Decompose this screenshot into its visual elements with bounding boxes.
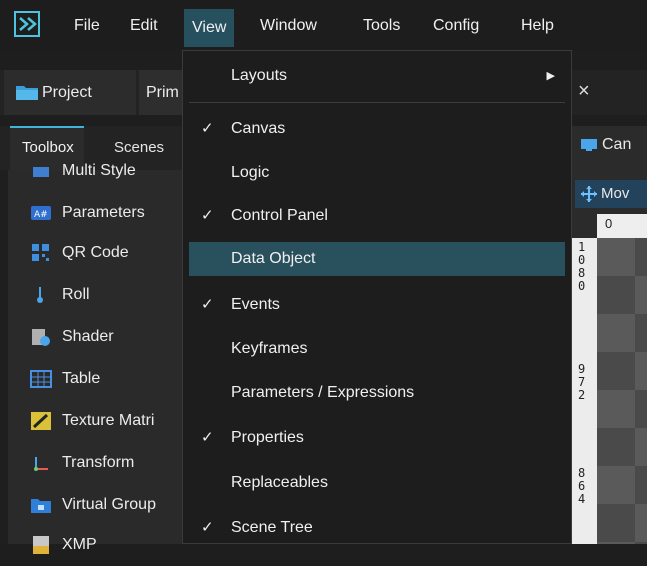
table-icon — [30, 369, 52, 389]
toolbox-item-label: Roll — [62, 286, 90, 303]
menu-config[interactable]: Config — [433, 14, 479, 38]
move-tool-label: Mov — [601, 185, 630, 202]
menu-file[interactable]: File — [74, 14, 100, 38]
toolbox-item-parameters[interactable]: A# Parameters — [30, 198, 145, 228]
view-menu-canvas[interactable]: ✓ Canvas — [189, 112, 565, 146]
toolbox-item-table[interactable]: Table — [30, 364, 100, 394]
menu-item-label: Keyframes — [231, 340, 308, 357]
ruler-label: 7 — [578, 375, 586, 389]
toolbox-item-xmp[interactable]: XMP — [30, 530, 97, 560]
tab-prim-label: Prim — [146, 84, 179, 101]
tab-canvas[interactable]: Can — [580, 136, 631, 154]
checkmark-icon: ✓ — [201, 120, 214, 137]
menu-item-label: Layouts — [231, 67, 288, 84]
multi-style-icon — [30, 161, 52, 181]
shader-icon — [30, 327, 52, 347]
roll-icon — [30, 285, 52, 305]
parameters-icon: A# — [30, 203, 52, 223]
toolbox-item-label: Multi Style — [62, 162, 136, 179]
submenu-arrow-icon: ▶ — [546, 70, 555, 82]
horizontal-ruler: 0 — [597, 214, 647, 238]
menu-item-label: Control Panel — [231, 207, 328, 224]
move-tool-button[interactable]: Mov — [575, 180, 647, 208]
menu-item-label: Canvas — [231, 120, 286, 137]
ruler-top-label: 0 — [605, 216, 613, 231]
app-logo-icon — [14, 11, 40, 37]
toolbox-item-roll[interactable]: Roll — [30, 280, 90, 310]
menu-item-label: Parameters / Expressions — [231, 384, 415, 401]
ruler-label: 9 — [578, 362, 586, 376]
tab-canvas-label: Can — [602, 136, 632, 153]
checkmark-icon: ✓ — [201, 296, 214, 313]
view-menu-data-object[interactable]: Data Object — [189, 242, 565, 276]
checkmark-icon: ✓ — [201, 207, 214, 224]
menu-tools[interactable]: Tools — [363, 14, 400, 38]
tab-project-label: Project — [42, 84, 92, 101]
toolbox-panel: Multi Style A# Parameters QR Code Roll Sh… — [0, 162, 190, 554]
view-menu-events[interactable]: ✓ Events — [189, 288, 565, 322]
view-menu-parameters-expressions[interactable]: Parameters / Expressions — [189, 376, 565, 410]
monitor-icon — [581, 138, 597, 151]
svg-text:A#: A# — [34, 210, 48, 220]
toolbox-item-virtual-group[interactable]: Virtual Group — [30, 490, 156, 520]
toolbox-item-shader[interactable]: Shader — [30, 322, 114, 352]
menu-item-label: Scene Tree — [231, 519, 313, 536]
menu-separator — [189, 102, 565, 103]
transform-icon — [30, 453, 52, 473]
menu-view[interactable]: View — [184, 9, 235, 47]
toolbox-item-label: Table — [62, 370, 101, 387]
virtual-group-icon — [30, 495, 52, 515]
menu-help[interactable]: Help — [521, 14, 554, 38]
toolbox-item-qr-code[interactable]: QR Code — [30, 238, 129, 268]
view-menu-layouts[interactable]: Layouts ▶ — [189, 59, 565, 93]
toolbox-item-label: QR Code — [62, 244, 129, 261]
menu-window[interactable]: Window — [260, 14, 317, 38]
xmp-icon — [30, 535, 52, 555]
vertical-ruler: 1 0 8 0 9 7 2 8 6 4 — [572, 238, 597, 544]
toolbox-item-label: Shader — [62, 328, 114, 345]
close-tab-button[interactable]: × — [578, 80, 590, 103]
ruler-label: 8 — [578, 466, 586, 480]
folder-icon — [16, 86, 38, 100]
view-menu-logic[interactable]: Logic — [189, 156, 565, 190]
ruler-label: 1 — [578, 240, 586, 254]
toolbox-item-label: XMP — [62, 536, 97, 553]
menu-bar: File Edit View Window Tools Config Help — [0, 0, 647, 50]
menu-item-label: Properties — [231, 429, 304, 446]
ruler-label: 0 — [578, 253, 586, 267]
menu-edit[interactable]: Edit — [130, 14, 158, 38]
view-menu-control-panel[interactable]: ✓ Control Panel — [189, 199, 565, 233]
ruler-label: 8 — [578, 266, 586, 280]
tab-project[interactable]: Project — [4, 70, 136, 115]
canvas-checkerboard — [597, 238, 647, 544]
view-menu-properties[interactable]: ✓ Properties — [189, 421, 565, 455]
view-menu-keyframes[interactable]: Keyframes — [189, 332, 565, 366]
ruler-label: 6 — [578, 479, 586, 493]
texture-matrix-icon — [30, 411, 52, 431]
ruler-label: 4 — [578, 492, 586, 506]
ruler-label: 0 — [578, 279, 586, 293]
checkmark-icon: ✓ — [201, 429, 214, 446]
toolbox-item-transform[interactable]: Transform — [30, 448, 134, 478]
view-menu-dropdown: Layouts ▶ ✓ Canvas Logic ✓ Control Panel… — [182, 50, 572, 544]
toolbox-item-texture-matrix[interactable]: Texture Matri — [30, 406, 154, 436]
view-menu-replaceables[interactable]: Replaceables — [189, 466, 565, 500]
menu-item-label: Data Object — [231, 250, 316, 267]
menu-item-label: Replaceables — [231, 474, 328, 491]
toolbox-item-label: Virtual Group — [62, 496, 156, 513]
menu-item-label: Logic — [231, 164, 270, 181]
ruler-label: 2 — [578, 388, 586, 402]
view-menu-scene-tree[interactable]: ✓ Scene Tree — [189, 511, 565, 545]
checkmark-icon: ✓ — [201, 519, 214, 536]
toolbox-item-label: Parameters — [62, 204, 145, 221]
toolbox-item-label: Transform — [62, 454, 135, 471]
toolbox-item-multi-style[interactable]: Multi Style — [30, 156, 136, 186]
move-icon — [581, 186, 597, 203]
menu-item-label: Events — [231, 296, 280, 313]
qr-code-icon — [30, 243, 52, 263]
toolbox-item-label: Texture Matri — [62, 412, 155, 429]
